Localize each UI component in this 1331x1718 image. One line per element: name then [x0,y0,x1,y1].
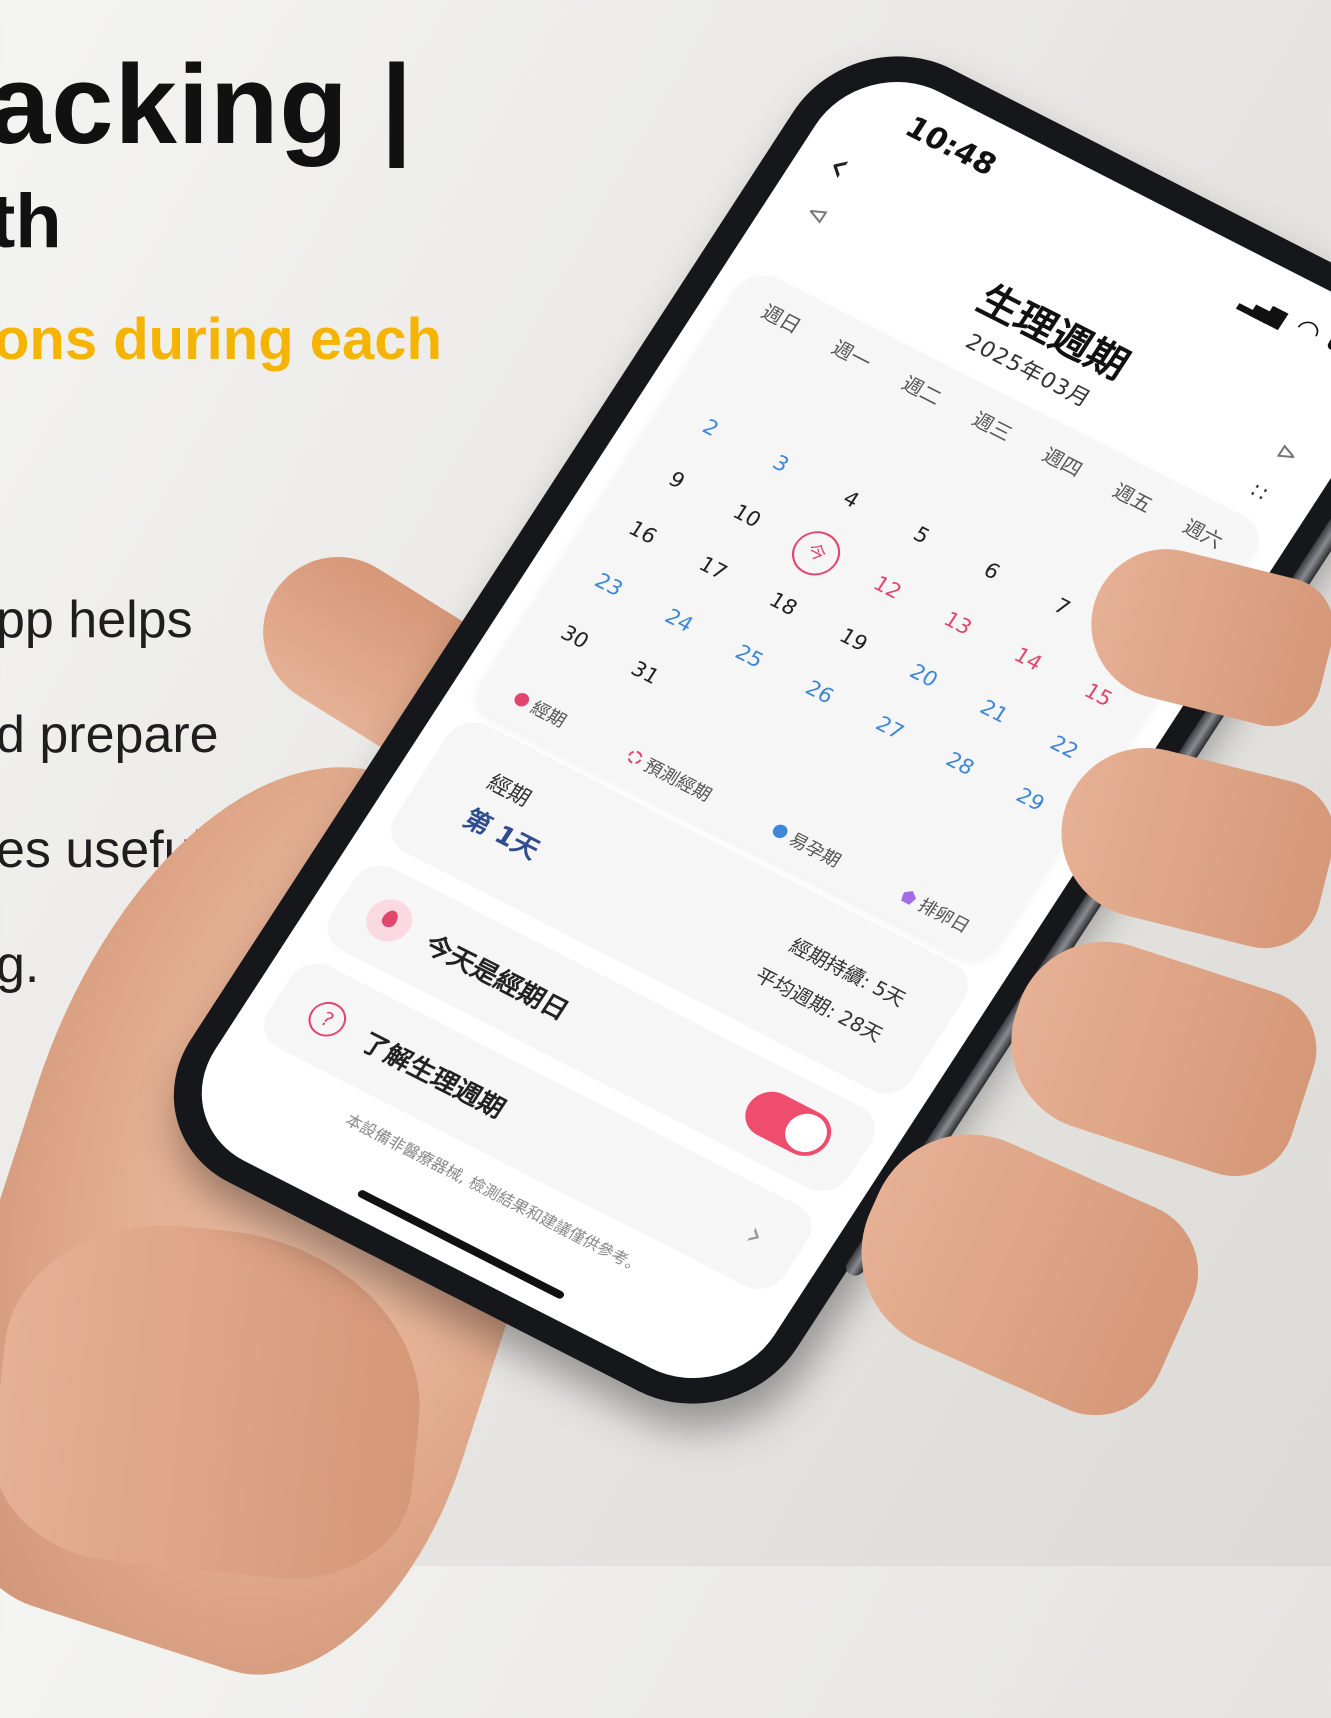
body-line-1: pp helps [0,591,193,649]
wifi-icon: ◠ [1288,310,1329,350]
status-time: 10:48 [898,110,1003,184]
chevron-right-icon: › [738,1215,773,1256]
signal-icon: ▂▄▆ [1235,288,1290,330]
body-line-2: d prepare [0,706,219,764]
weekday-tue: 週二 [897,371,947,410]
legend-ovu-icon [899,888,919,906]
tagline: ons during each [0,307,442,372]
weekday-thu: 週四 [1038,443,1087,482]
period-toggle[interactable] [735,1083,841,1165]
body-line-4: g. [0,936,40,994]
phase-day: 第 1天 [457,804,545,866]
weekday-sun: 週日 [756,299,806,339]
weekday-wed: 週三 [967,407,1017,446]
weekday-mon: 週一 [827,335,877,375]
legend-predicted-icon [624,748,645,767]
learn-cycle-label: 了解生理週期 [354,1028,511,1125]
headline: acking | [0,42,414,167]
battery-icon [1325,332,1331,366]
legend-period-icon [511,690,532,709]
subheadline: th [0,179,62,264]
today-status: 今天是經期日 [418,930,574,1027]
blood-drop-icon [357,891,421,950]
help-icon: ? [301,995,354,1043]
legend-fertile-icon [769,822,790,841]
weekday-fri: 週五 [1108,478,1158,518]
